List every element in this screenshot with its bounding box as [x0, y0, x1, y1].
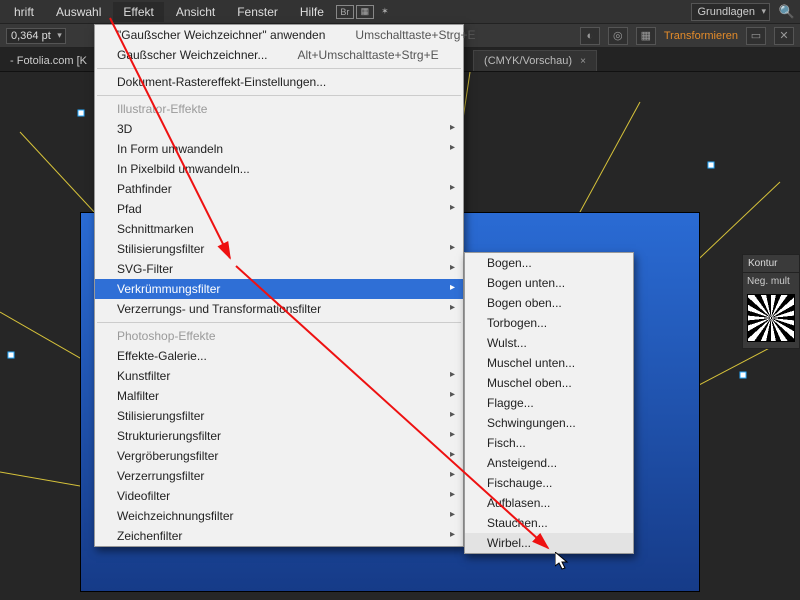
menu-distort[interactable]: Verzerrungsfilter	[95, 466, 463, 486]
opt-icon-1[interactable]: ◐	[580, 27, 600, 45]
mouse-cursor-icon	[555, 552, 571, 572]
menu-texture[interactable]: Strukturierungsfilter	[95, 426, 463, 446]
menu-3d[interactable]: 3D	[95, 119, 463, 139]
doc-tab-1[interactable]: (CMYK/Vorschau) ×	[473, 50, 597, 71]
close-tab-icon[interactable]: ×	[580, 56, 586, 67]
menu-auswahl[interactable]: Auswahl	[46, 2, 111, 22]
menu-sketch[interactable]: Zeichenfilter	[95, 526, 463, 546]
menu-pathfinder[interactable]: Pathfinder	[95, 179, 463, 199]
warp-arc-upper[interactable]: Bogen oben...	[465, 293, 633, 313]
menu-gaussian-blur[interactable]: Gaußscher Weichzeichner...Alt+Umschaltta…	[95, 45, 463, 65]
menu-convert-shape[interactable]: In Form umwandeln	[95, 139, 463, 159]
warp-squeeze[interactable]: Stauchen...	[465, 513, 633, 533]
illustrator-effects-header: Illustrator-Effekte	[95, 99, 463, 119]
warp-shell-lower[interactable]: Muschel unten...	[465, 353, 633, 373]
menu-svg-filter[interactable]: SVG-Filter	[95, 259, 463, 279]
panel-thumbnail[interactable]	[747, 294, 795, 342]
arrange-docs-icon[interactable]: ▦	[356, 5, 374, 19]
menu-hilfe[interactable]: Hilfe	[290, 2, 334, 22]
menu-effekt[interactable]: Effekt	[113, 2, 163, 22]
gpu-icon[interactable]: ✶	[376, 5, 394, 19]
menu-path[interactable]: Pfad	[95, 199, 463, 219]
effect-menu: "Gaußscher Weichzeichner" anwendenUmscha…	[94, 24, 464, 547]
menu-ps-stylize[interactable]: Stilisierungsfilter	[95, 406, 463, 426]
menu-effect-gallery[interactable]: Effekte-Galerie...	[95, 346, 463, 366]
menu-pixelate[interactable]: Vergröberungsfilter	[95, 446, 463, 466]
stroke-weight-field[interactable]: 0,364 pt	[6, 28, 66, 44]
transform-link[interactable]: Transformieren	[664, 30, 738, 42]
warp-rise[interactable]: Ansteigend...	[465, 453, 633, 473]
warp-twist[interactable]: Wirbel...	[465, 533, 633, 553]
menu-rasterize[interactable]: In Pixelbild umwandeln...	[95, 159, 463, 179]
menu-artistic[interactable]: Kunstfilter	[95, 366, 463, 386]
menu-raster-settings[interactable]: Dokument-Rastereffekt-Einstellungen...	[95, 72, 463, 92]
workspace-switcher[interactable]: Grundlagen	[691, 3, 771, 21]
menu-brush[interactable]: Malfilter	[95, 386, 463, 406]
menu-video[interactable]: Videofilter	[95, 486, 463, 506]
menu-warp[interactable]: Verkrümmungsfilter	[95, 279, 463, 299]
menu-schrift[interactable]: hrift	[4, 2, 44, 22]
opt-icon-3[interactable]: ▦	[636, 27, 656, 45]
warp-wave[interactable]: Schwingungen...	[465, 413, 633, 433]
menu-apply-last[interactable]: "Gaußscher Weichzeichner" anwendenUmscha…	[95, 25, 463, 45]
side-panel[interactable]: Kontur Neg. mult	[742, 254, 800, 349]
opt-icon-2[interactable]: ◎	[608, 27, 628, 45]
menu-blur[interactable]: Weichzeichnungsfilter	[95, 506, 463, 526]
doc-tab-label: (CMYK/Vorschau)	[484, 55, 572, 67]
warp-fisheye[interactable]: Fischauge...	[465, 473, 633, 493]
warp-arch[interactable]: Torbogen...	[465, 313, 633, 333]
bridge-icon[interactable]: Br	[336, 5, 354, 19]
photoshop-effects-header: Photoshop-Effekte	[95, 326, 463, 346]
warp-inflate[interactable]: Aufblasen...	[465, 493, 633, 513]
panel-blendmode[interactable]: Neg. mult	[743, 273, 799, 290]
warp-fish[interactable]: Fisch...	[465, 433, 633, 453]
menu-stylize[interactable]: Stilisierungsfilter	[95, 239, 463, 259]
doc-title-left: - Fotolia.com [K	[4, 51, 93, 71]
search-icon[interactable]: 🔍	[778, 5, 796, 19]
warp-flag[interactable]: Flagge...	[465, 393, 633, 413]
menu-cropmarks[interactable]: Schnittmarken	[95, 219, 463, 239]
warp-arc-lower[interactable]: Bogen unten...	[465, 273, 633, 293]
warp-bulge[interactable]: Wulst...	[465, 333, 633, 353]
menu-fenster[interactable]: Fenster	[227, 2, 288, 22]
menubar: hrift Auswahl Effekt Ansicht Fenster Hil…	[0, 0, 800, 24]
panel-tab-kontur[interactable]: Kontur	[743, 255, 782, 272]
align-icon[interactable]: ▭	[746, 27, 766, 45]
warp-shell-upper[interactable]: Muschel oben...	[465, 373, 633, 393]
isolate-icon[interactable]: ✕	[774, 27, 794, 45]
warp-arc[interactable]: Bogen...	[465, 253, 633, 273]
menu-distort-transform[interactable]: Verzerrungs- und Transformationsfilter	[95, 299, 463, 319]
warp-submenu: Bogen... Bogen unten... Bogen oben... To…	[464, 252, 634, 554]
menu-ansicht[interactable]: Ansicht	[166, 2, 225, 22]
